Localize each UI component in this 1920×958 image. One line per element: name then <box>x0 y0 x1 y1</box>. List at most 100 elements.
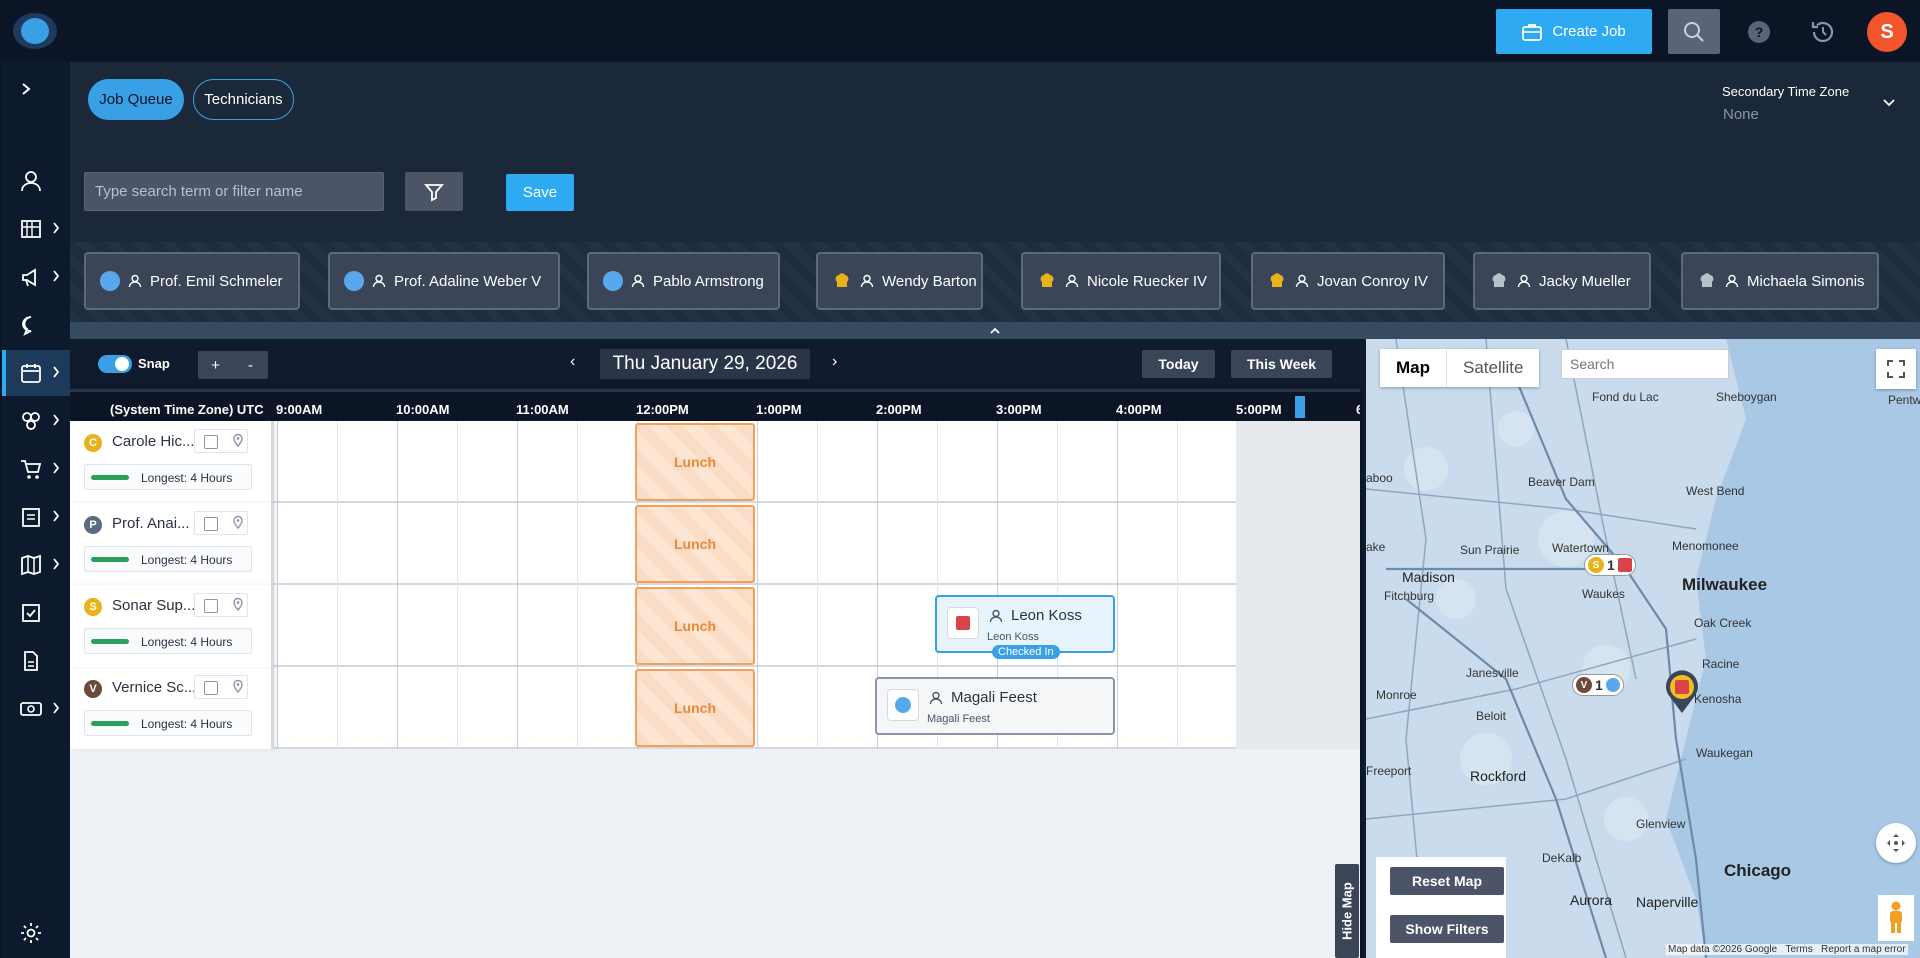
after-hours-region <box>1236 503 1360 585</box>
create-job-button[interactable]: Create Job <box>1496 9 1652 54</box>
job-card[interactable]: Magali Feest Magali Feest <box>875 677 1115 735</box>
grid-line <box>1117 421 1118 503</box>
grid-line <box>817 667 818 749</box>
secondary-tz-select[interactable]: None <box>1723 106 1759 123</box>
filter-search-input[interactable] <box>84 172 384 211</box>
filter-button[interactable] <box>405 172 463 211</box>
sidebar-item-network[interactable] <box>2 398 70 444</box>
street-view-button[interactable] <box>1878 895 1914 941</box>
job-card[interactable]: Leon Koss Leon Koss Checked In <box>935 595 1115 659</box>
map-terms-link[interactable]: Terms <box>1785 944 1812 955</box>
time-slots[interactable] <box>277 421 1360 503</box>
today-button[interactable]: Today <box>1142 350 1215 378</box>
show-filters-button[interactable]: Show Filters <box>1390 915 1504 943</box>
technician-name: Jacky Mueller <box>1539 272 1631 290</box>
chef-hat-icon <box>1697 271 1717 291</box>
hide-map-button[interactable]: Hide Map <box>1335 864 1359 958</box>
map-type-map[interactable]: Map <box>1380 349 1446 387</box>
chef-hat-icon <box>1489 271 1509 291</box>
app-logo[interactable] <box>13 13 57 49</box>
time-slots[interactable] <box>277 503 1360 585</box>
next-day-button[interactable]: › <box>832 353 837 371</box>
location-pin-icon[interactable] <box>232 515 244 529</box>
search-button[interactable] <box>1668 9 1720 54</box>
technician-card[interactable]: Wendy Barton <box>816 252 983 310</box>
time-slots[interactable] <box>277 667 1360 749</box>
history-button[interactable] <box>1797 9 1849 54</box>
sidebar-item-maps[interactable] <box>2 542 70 588</box>
technician-name[interactable]: Prof. Anai... <box>112 515 190 532</box>
map-pin-icon[interactable] <box>1662 669 1702 715</box>
map-report-link[interactable]: Report a map error <box>1821 944 1905 955</box>
fullscreen-button[interactable] <box>1876 349 1916 389</box>
sidebar-item-inventory[interactable] <box>2 494 70 540</box>
sidebar-item-marketing[interactable] <box>2 254 70 300</box>
lunch-block[interactable]: Lunch <box>635 669 755 747</box>
save-filter-button[interactable]: Save <box>506 174 574 211</box>
lunch-block[interactable]: Lunch <box>635 505 755 583</box>
technician-card[interactable]: Prof. Adaline Weber V <box>328 252 560 310</box>
prev-day-button[interactable]: ‹ <box>570 353 575 371</box>
blue-dot-icon <box>1605 678 1620 692</box>
sidebar-item-reports[interactable] <box>2 638 70 684</box>
grid-line <box>397 585 398 667</box>
lunch-block[interactable]: Lunch <box>635 587 755 665</box>
row-checkbox[interactable] <box>204 435 218 449</box>
map-cluster-marker[interactable]: S 1 <box>1584 554 1636 576</box>
fullscreen-icon <box>1887 360 1905 378</box>
location-pin-icon[interactable] <box>232 433 244 447</box>
sidebar-item-billing[interactable] <box>2 206 70 252</box>
sidebar-item-customers[interactable] <box>2 158 70 204</box>
zoom-out-button[interactable]: - <box>233 351 268 379</box>
this-week-button[interactable]: This Week <box>1231 350 1332 378</box>
sidebar-item-messages[interactable] <box>2 302 70 348</box>
time-slots[interactable] <box>277 585 1360 667</box>
map-place-label: Sun Prairie <box>1460 543 1520 557</box>
map-type-satellite[interactable]: Satellite <box>1446 349 1539 387</box>
sidebar-item-schedule[interactable] <box>2 350 70 396</box>
grid-line <box>1117 503 1118 585</box>
sidebar-item-settings[interactable] <box>2 910 70 956</box>
tab-technicians[interactable]: Technicians <box>193 79 294 120</box>
technician-card[interactable]: Nicole Ruecker IV <box>1021 252 1221 310</box>
row-checkbox[interactable] <box>204 517 218 531</box>
camera-control-button[interactable] <box>1876 823 1916 863</box>
technician-name[interactable]: Vernice Sc... <box>112 679 196 696</box>
tab-job-queue[interactable]: Job Queue <box>88 79 184 120</box>
row-checkbox[interactable] <box>204 681 218 695</box>
chevron-down-icon[interactable] <box>1882 98 1896 108</box>
location-pin-icon[interactable] <box>232 597 244 611</box>
map-search-input[interactable] <box>1561 349 1729 379</box>
job-customer: Magali Feest <box>927 713 990 725</box>
sidebar-item-payments[interactable] <box>2 686 70 732</box>
technician-name[interactable]: Sonar Sup... <box>112 597 195 614</box>
sidebar-item-tasks[interactable] <box>2 590 70 636</box>
map-panel[interactable]: Fond du Lac Sheboygan Pentw aboo Beaver … <box>1362 339 1920 958</box>
snap-toggle[interactable] <box>98 355 132 373</box>
grid-line <box>277 585 278 667</box>
lunch-block[interactable]: Lunch <box>635 423 755 501</box>
map-cluster-marker[interactable]: V 1 <box>1572 674 1624 696</box>
map-place-label: Racine <box>1702 657 1740 671</box>
row-checkbox[interactable] <box>204 599 218 613</box>
technician-name[interactable]: Carole Hic... <box>112 433 195 450</box>
time-axis: (System Time Zone) UTC 9:00AM 10:00AM 11… <box>70 389 1360 421</box>
collapse-strip-button[interactable] <box>70 322 1920 339</box>
hour-label: 12:00PM <box>636 402 689 417</box>
reset-map-button[interactable]: Reset Map <box>1390 867 1504 895</box>
current-date[interactable]: Thu January 29, 2026 <box>600 349 810 379</box>
sidebar-item-purchasing[interactable] <box>2 446 70 492</box>
user-avatar[interactable]: S <box>1867 12 1907 52</box>
technician-card[interactable]: Jacky Mueller <box>1473 252 1651 310</box>
technician-card[interactable]: Pablo Armstrong <box>587 252 780 310</box>
technician-avatar: V <box>84 680 102 698</box>
technician-card[interactable]: Michaela Simonis <box>1681 252 1879 310</box>
location-pin-icon[interactable] <box>232 679 244 693</box>
technician-card[interactable]: Prof. Emil Schmeler <box>84 252 300 310</box>
help-button[interactable]: ? <box>1733 9 1785 54</box>
cluster-letter: V <box>1576 677 1592 693</box>
sidebar-expand-button[interactable] <box>2 66 70 112</box>
person-icon <box>128 274 142 288</box>
zoom-in-button[interactable]: + <box>198 351 233 379</box>
technician-card[interactable]: Jovan Conroy IV <box>1251 252 1445 310</box>
